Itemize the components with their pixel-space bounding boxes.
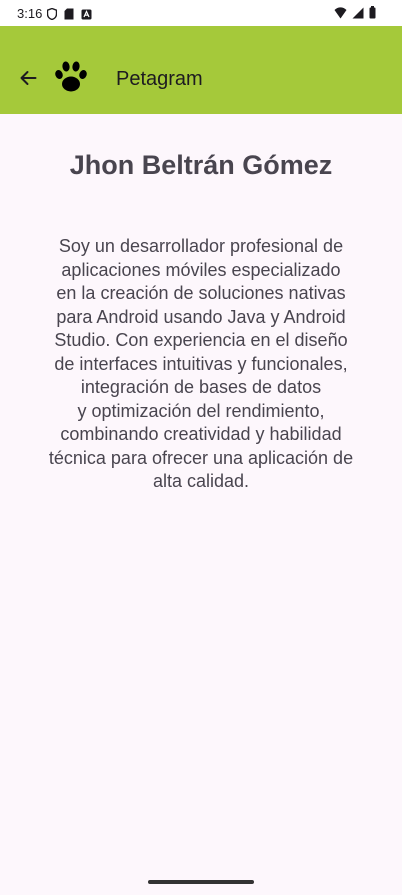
bio-line: alta calidad. bbox=[152, 471, 250, 491]
bio-line: Soy un desarrollador profesional de bbox=[58, 236, 344, 256]
bio-line: para Android usando Java y Android bbox=[56, 306, 346, 327]
bio-line: integración de bases de datos bbox=[80, 377, 322, 397]
bio-line: y optimización del rendimiento, bbox=[77, 400, 325, 421]
bio-line: combinando creatividad y habilidad bbox=[60, 424, 342, 444]
status-bar: 3:16 bbox=[0, 0, 402, 26]
status-left-icons bbox=[46, 7, 92, 25]
bio-line: técnica para ofrecer una aplicación de bbox=[48, 447, 354, 468]
bio-line: en la creación de soluciones nativas bbox=[56, 283, 346, 303]
bio-line: de interfaces intuitivas y funcionales, bbox=[54, 353, 348, 374]
paw-icon bbox=[54, 60, 88, 94]
profile-bio: Soy un desarrollador profesional de apli… bbox=[34, 235, 368, 494]
app-title: Petagram bbox=[116, 68, 203, 90]
gesture-nav-handle[interactable] bbox=[148, 880, 254, 884]
bio-line: aplicaciones móviles especializado bbox=[61, 259, 341, 280]
arrow-left-icon bbox=[19, 69, 37, 92]
status-right-icons bbox=[334, 6, 376, 24]
app-bar: Petagram bbox=[0, 26, 402, 114]
back-button[interactable] bbox=[14, 66, 42, 94]
status-time: 3:16 bbox=[17, 6, 43, 21]
bio-line: Studio. Con experiencia en el diseño bbox=[54, 330, 348, 350]
battery-icon bbox=[369, 6, 376, 24]
cellular-signal-icon bbox=[352, 6, 364, 24]
wifi-icon bbox=[334, 6, 347, 24]
profile-name: Jhon Beltrán Gómez bbox=[69, 150, 333, 180]
shield-icon bbox=[46, 7, 58, 25]
sd-card-icon bbox=[64, 7, 74, 25]
app-icon bbox=[81, 7, 92, 25]
